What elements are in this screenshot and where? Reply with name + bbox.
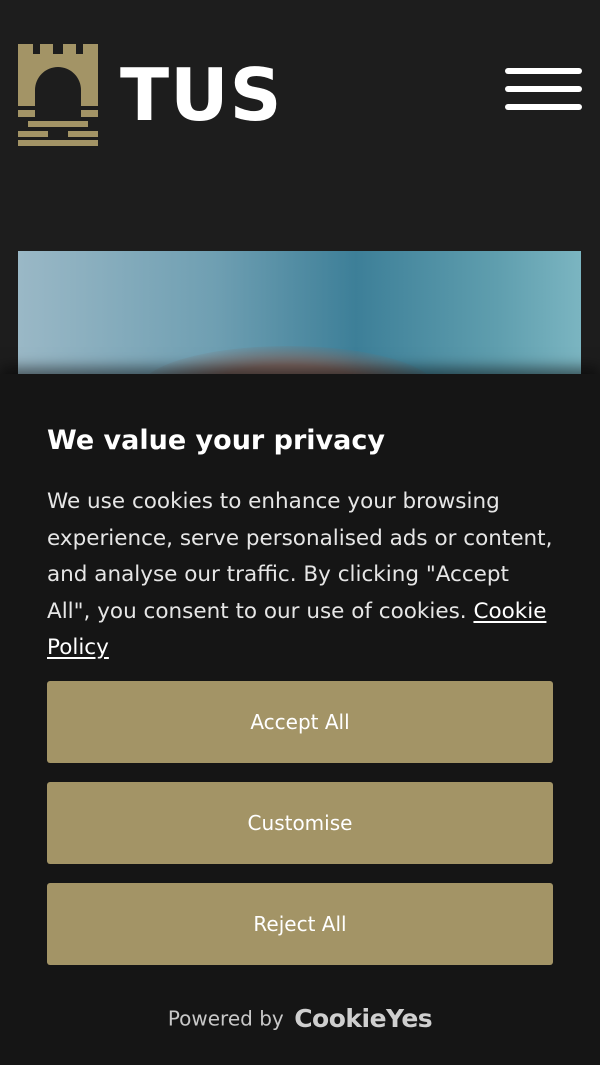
- site-header: TUS: [0, 0, 600, 250]
- hero-image: [18, 251, 581, 391]
- powered-by-footer: Powered by CookieYes: [0, 1004, 600, 1033]
- brand-wordmark[interactable]: TUS: [120, 52, 282, 138]
- accept-all-button[interactable]: Accept All: [47, 681, 553, 763]
- cookie-banner-description: We use cookies to enhance your browsing …: [47, 484, 557, 667]
- castle-logo-icon[interactable]: [18, 44, 98, 146]
- cookieyes-logo[interactable]: CookieYes: [294, 1004, 433, 1033]
- customise-button[interactable]: Customise: [47, 782, 553, 864]
- reject-all-button[interactable]: Reject All: [47, 883, 553, 965]
- cookie-banner-title: We value your privacy: [47, 425, 385, 456]
- cookie-consent-banner: We value your privacy We use cookies to …: [0, 374, 600, 1065]
- powered-by-label: Powered by: [167, 1006, 284, 1031]
- hamburger-menu-icon[interactable]: [505, 68, 582, 116]
